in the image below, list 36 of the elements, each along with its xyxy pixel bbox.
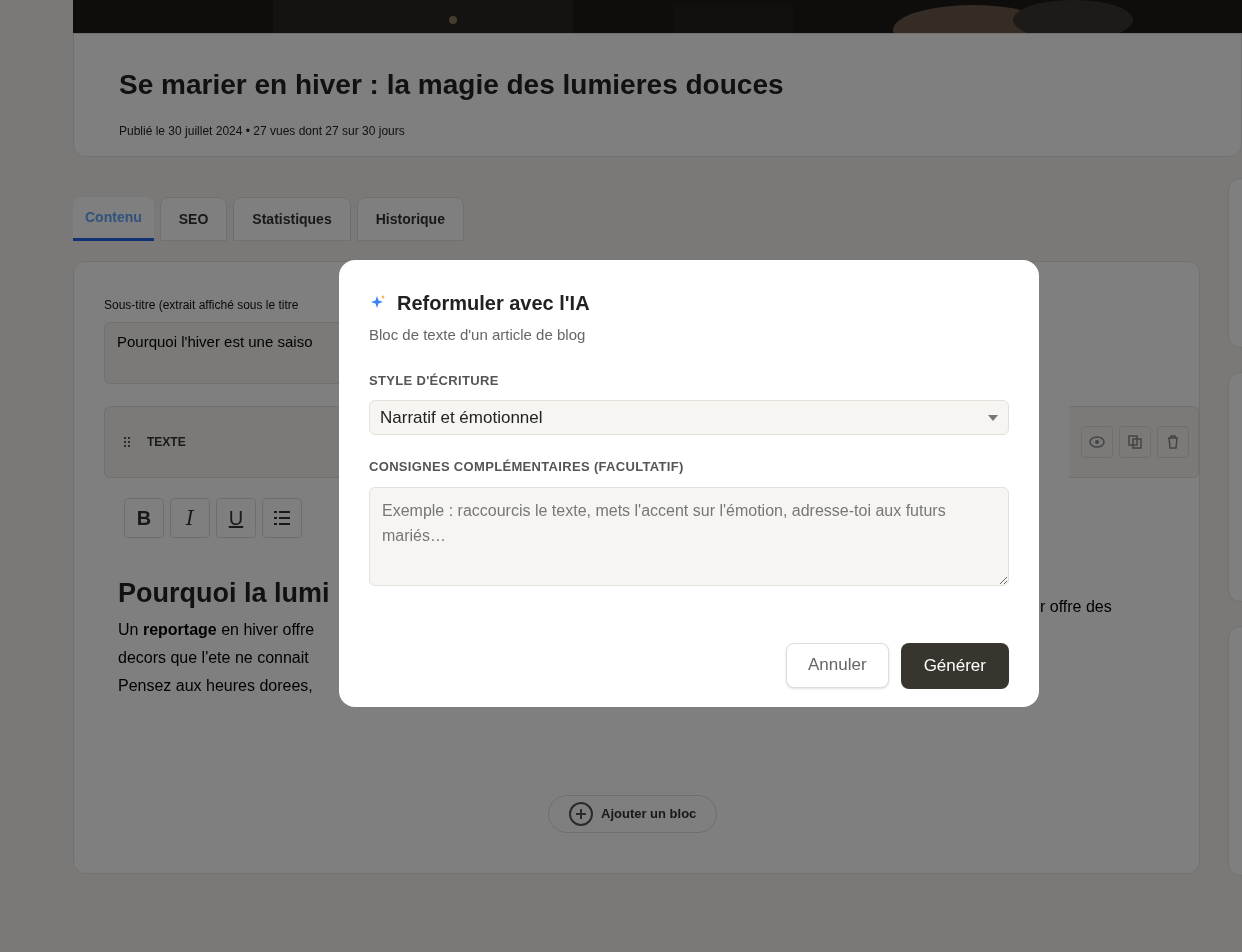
preview-button[interactable]: [1080, 426, 1113, 458]
plus-circle-icon: [569, 802, 593, 826]
copy-icon: [1127, 435, 1142, 449]
tab[interactable]: SEO: [159, 197, 228, 241]
block-heading: Pourquoi la lumi: [118, 577, 331, 610]
format-button[interactable]: B: [124, 498, 164, 538]
field-label: STYLE D'ÉCRITURE: [369, 371, 500, 390]
eye-icon: [1088, 436, 1105, 448]
tab[interactable]: Historique: [356, 197, 464, 241]
generate-button[interactable]: Générer: [900, 642, 1009, 689]
dialog-subtitle: Bloc de texte d'un article de blog: [369, 325, 587, 345]
duplicate-button[interactable]: [1118, 426, 1151, 458]
add-block-button[interactable]: Ajouter un bloc: [548, 795, 718, 833]
list-icon: [274, 511, 290, 525]
drag-handle-icon[interactable]: [123, 436, 131, 448]
article-title: Se marier en hiver : la magie des lumieres douces: [119, 68, 785, 102]
paragraph-line: r offre des: [1040, 597, 1112, 617]
dialog-title: Reformuler avec l'IA: [397, 291, 590, 316]
field-label: Sous-titre (extrait affiché sous le titre: [104, 297, 300, 314]
list-button[interactable]: [262, 498, 302, 538]
article-meta: Publié le 30 juillet 2024 • 27 vues dont 27 sur 30 jours: [119, 123, 406, 140]
instructions-field[interactable]: Exemple : raccourcis le texte, mets l'accent sur l'émotion, adresse-toi aux futurs mariés…: [369, 486, 1009, 586]
delete-button[interactable]: [1156, 426, 1189, 458]
caret-icon: [988, 414, 998, 421]
format-button[interactable]: I: [170, 498, 210, 538]
style-select[interactable]: Narratif et émotionnel: [369, 400, 1009, 435]
paragraph-line: Pensez aux heures dorees,: [118, 675, 314, 696]
field-label: CONSIGNES COMPLÉMENTAIRES (FACULTATIF): [369, 458, 685, 476]
subtitle-field[interactable]: Pourquoi l'hiver est une saiso: [104, 322, 340, 384]
paragraph-line: Un reportage en hiver offre: [118, 619, 316, 640]
block-type-label: TEXTE: [147, 434, 186, 451]
paragraph-line: decors que l'ete ne connait: [118, 647, 310, 668]
format-button[interactable]: U: [216, 498, 256, 538]
cancel-button[interactable]: Annuler: [786, 642, 889, 688]
tab[interactable]: Statistiques: [233, 197, 351, 241]
trash-icon: [1166, 435, 1179, 449]
